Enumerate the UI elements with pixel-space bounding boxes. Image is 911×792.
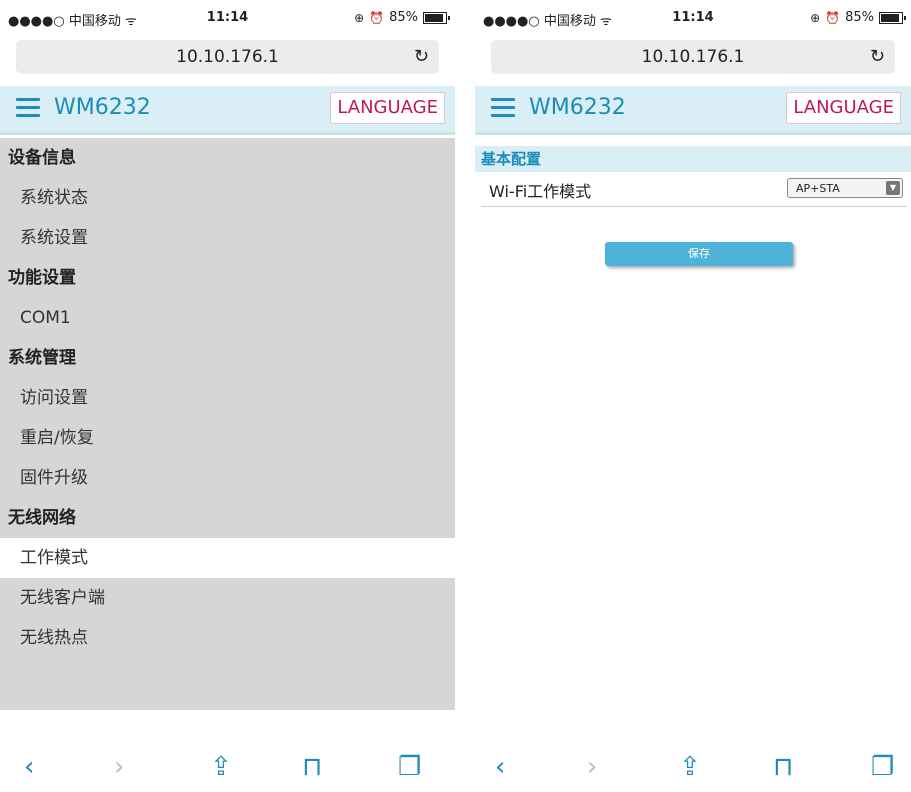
wifi-mode-value: AP+STA [796,182,840,195]
phone-screen-right: ●●●●○ 中国移动 ᯤ 11:14 ⊕ ⏰ 85% 10.10.176.1 ↻… [475,0,911,792]
lock-rotation-icon: ⊕ [354,10,365,25]
alarm-icon: ⏰ [825,10,841,25]
nav-menu: 设备信息 系统状态 系统设置 功能设置 COM1 系统管理 访问设置 重启/恢复… [0,138,455,710]
nav-section-function-settings: 功能设置 [8,268,76,288]
nav-item-access-settings[interactable]: 访问设置 [0,378,455,418]
status-right: ⊕ ⏰ 85% [354,10,450,25]
tabs-icon[interactable]: ❐ [398,752,421,782]
section-title: 基本配置 [475,146,911,172]
brand-title: WM6232 [54,95,151,120]
bookmarks-icon[interactable]: ⊓ [773,752,793,782]
menu-icon[interactable] [491,98,515,118]
battery-percent: 85% [845,10,874,25]
forward-icon[interactable]: › [587,752,597,782]
wifi-mode-row: Wi-Fi工作模式 AP+STA ▼ [481,172,907,207]
nav-section-device-info: 设备信息 [8,148,76,168]
wifi-mode-select[interactable]: AP+STA ▼ [787,178,903,198]
status-bar: ●●●●○ 中国移动 ᯤ 11:14 ⊕ ⏰ 85% [0,8,455,29]
back-icon[interactable]: ‹ [495,752,505,782]
nav-item-system-settings[interactable]: 系统设置 [0,218,455,258]
app-header: WM6232 LANGUAGE [475,86,911,135]
share-icon[interactable]: ⇪ [210,752,232,782]
dropdown-arrow-icon: ▼ [886,181,900,195]
tabs-icon[interactable]: ❐ [871,752,894,782]
lock-rotation-icon: ⊕ [810,10,821,25]
reload-icon[interactable]: ↻ [870,40,885,74]
status-bar: ●●●●○ 中国移动 ᯤ 11:14 ⊕ ⏰ 85% [475,8,911,29]
forward-icon[interactable]: › [114,752,124,782]
save-button[interactable]: 保存 [605,242,793,266]
browser-toolbar: ‹ › ⇪ ⊓ ❐ [0,742,455,792]
language-button[interactable]: LANGUAGE [786,92,901,124]
language-button[interactable]: LANGUAGE [330,92,445,124]
battery-icon [423,11,450,24]
wifi-mode-label: Wi-Fi工作模式 [489,182,592,201]
share-icon[interactable]: ⇪ [679,752,701,782]
bookmarks-icon[interactable]: ⊓ [302,752,322,782]
nav-item-wireless-hotspot[interactable]: 无线热点 [0,618,455,658]
nav-item-wireless-client[interactable]: 无线客户端 [0,578,455,618]
back-icon[interactable]: ‹ [24,752,34,782]
brand-title: WM6232 [529,95,626,120]
phone-screen-left: ●●●●○ 中国移动 ᯤ 11:14 ⊕ ⏰ 85% 10.10.176.1 ↻… [0,0,455,792]
nav-section-wireless-network: 无线网络 [8,508,76,528]
menu-icon[interactable] [16,98,40,118]
url-text: 10.10.176.1 [176,47,279,67]
browser-toolbar: ‹ › ⇪ ⊓ ❐ [475,742,911,792]
nav-item-reboot-restore[interactable]: 重启/恢复 [0,418,455,458]
reload-icon[interactable]: ↻ [414,40,429,74]
nav-item-system-status[interactable]: 系统状态 [0,178,455,218]
url-bar[interactable]: 10.10.176.1 ↻ [491,40,895,74]
nav-item-work-mode[interactable]: 工作模式 [0,538,455,578]
alarm-icon: ⏰ [369,10,385,25]
url-text: 10.10.176.1 [641,47,745,67]
battery-percent: 85% [389,10,418,25]
nav-item-com1[interactable]: COM1 [0,298,455,338]
nav-section-system-management: 系统管理 [8,348,76,368]
nav-item-firmware-upgrade[interactable]: 固件升级 [0,458,455,498]
app-header: WM6232 LANGUAGE [0,86,455,135]
url-bar[interactable]: 10.10.176.1 ↻ [16,40,439,74]
battery-icon [879,11,906,24]
status-right: ⊕ ⏰ 85% [810,10,906,25]
